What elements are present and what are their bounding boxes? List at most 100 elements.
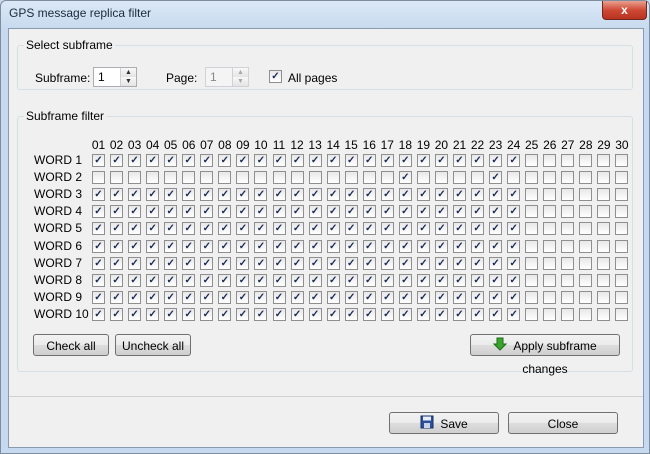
word-9-subframe-23-checkbox[interactable] <box>489 290 503 304</box>
word-4-subframe-03-checkbox[interactable] <box>128 205 142 219</box>
word-2-subframe-10-checkbox[interactable] <box>254 171 268 185</box>
word-10-subframe-27-checkbox[interactable] <box>561 307 575 321</box>
page-spinner[interactable]: 1 ▲ ▼ <box>205 67 249 87</box>
word-6-subframe-27-checkbox[interactable] <box>561 239 575 253</box>
word-4-subframe-22-checkbox[interactable] <box>471 205 485 219</box>
word-5-subframe-26-checkbox[interactable] <box>543 222 557 236</box>
word-8-subframe-12-checkbox[interactable] <box>290 273 304 287</box>
word-6-subframe-07-checkbox[interactable] <box>200 239 214 253</box>
word-4-subframe-20-checkbox[interactable] <box>434 205 448 219</box>
word-4-subframe-06-checkbox[interactable] <box>182 205 196 219</box>
word-8-subframe-17-checkbox[interactable] <box>380 273 394 287</box>
word-3-subframe-14-checkbox[interactable] <box>326 188 340 202</box>
word-5-subframe-29-checkbox[interactable] <box>597 222 611 236</box>
word-4-subframe-09-checkbox[interactable] <box>236 205 250 219</box>
word-3-subframe-23-checkbox[interactable] <box>489 188 503 202</box>
word-6-subframe-02-checkbox[interactable] <box>110 239 124 253</box>
word-7-subframe-03-checkbox[interactable] <box>128 256 142 270</box>
word-9-subframe-21-checkbox[interactable] <box>453 290 466 304</box>
word-2-subframe-24-checkbox[interactable] <box>507 171 521 185</box>
word-3-subframe-18-checkbox[interactable] <box>398 188 412 202</box>
word-9-subframe-06-checkbox[interactable] <box>182 290 196 304</box>
subframe-spinner[interactable]: 1 ▲ ▼ <box>93 67 137 87</box>
word-1-subframe-29-checkbox[interactable] <box>597 154 611 167</box>
word-1-subframe-07-checkbox[interactable] <box>200 154 214 167</box>
word-3-subframe-21-checkbox[interactable] <box>453 188 466 202</box>
word-4-subframe-26-checkbox[interactable] <box>543 205 557 219</box>
word-1-subframe-02-checkbox[interactable] <box>110 154 124 167</box>
word-4-subframe-24-checkbox[interactable] <box>507 205 521 219</box>
word-10-subframe-13-checkbox[interactable] <box>308 307 322 321</box>
word-6-subframe-19-checkbox[interactable] <box>416 239 430 253</box>
word-4-subframe-23-checkbox[interactable] <box>489 205 503 219</box>
word-2-subframe-08-checkbox[interactable] <box>218 171 232 185</box>
word-8-subframe-25-checkbox[interactable] <box>525 273 539 287</box>
word-6-subframe-14-checkbox[interactable] <box>326 239 340 253</box>
word-9-subframe-14-checkbox[interactable] <box>326 290 340 304</box>
all-pages-checkbox[interactable] <box>269 70 282 83</box>
word-8-subframe-26-checkbox[interactable] <box>543 273 557 287</box>
word-9-subframe-29-checkbox[interactable] <box>597 290 611 304</box>
word-7-subframe-28-checkbox[interactable] <box>579 256 593 270</box>
word-3-subframe-09-checkbox[interactable] <box>236 188 250 202</box>
word-2-subframe-05-checkbox[interactable] <box>164 171 178 185</box>
word-3-subframe-01-checkbox[interactable] <box>92 188 105 202</box>
word-10-subframe-10-checkbox[interactable] <box>254 307 268 321</box>
word-1-subframe-22-checkbox[interactable] <box>471 154 485 167</box>
word-6-subframe-22-checkbox[interactable] <box>471 239 485 253</box>
word-2-subframe-28-checkbox[interactable] <box>579 171 593 185</box>
word-6-subframe-29-checkbox[interactable] <box>597 239 611 253</box>
word-2-subframe-02-checkbox[interactable] <box>110 171 124 185</box>
word-3-subframe-22-checkbox[interactable] <box>471 188 485 202</box>
word-4-subframe-25-checkbox[interactable] <box>525 205 539 219</box>
word-5-subframe-10-checkbox[interactable] <box>254 222 268 236</box>
word-8-subframe-09-checkbox[interactable] <box>236 273 250 287</box>
word-5-subframe-25-checkbox[interactable] <box>525 222 539 236</box>
word-2-subframe-15-checkbox[interactable] <box>344 171 358 185</box>
word-10-subframe-21-checkbox[interactable] <box>453 307 466 321</box>
word-7-subframe-14-checkbox[interactable] <box>326 256 340 270</box>
word-5-subframe-23-checkbox[interactable] <box>489 222 503 236</box>
word-7-subframe-02-checkbox[interactable] <box>110 256 124 270</box>
word-1-subframe-24-checkbox[interactable] <box>507 154 521 167</box>
word-10-subframe-24-checkbox[interactable] <box>507 307 521 321</box>
word-8-subframe-15-checkbox[interactable] <box>344 273 358 287</box>
word-4-subframe-16-checkbox[interactable] <box>362 205 376 219</box>
word-1-subframe-19-checkbox[interactable] <box>416 154 430 167</box>
word-6-subframe-15-checkbox[interactable] <box>344 239 358 253</box>
word-10-subframe-11-checkbox[interactable] <box>272 307 286 321</box>
uncheck-all-button[interactable]: Uncheck all <box>115 334 191 356</box>
word-5-subframe-02-checkbox[interactable] <box>110 222 124 236</box>
word-8-subframe-14-checkbox[interactable] <box>326 273 340 287</box>
word-5-subframe-11-checkbox[interactable] <box>272 222 286 236</box>
word-7-subframe-15-checkbox[interactable] <box>344 256 358 270</box>
word-1-subframe-08-checkbox[interactable] <box>218 154 232 167</box>
word-10-subframe-08-checkbox[interactable] <box>218 307 232 321</box>
page-spinner-arrows[interactable]: ▲ ▼ <box>232 68 248 86</box>
word-2-subframe-25-checkbox[interactable] <box>525 171 539 185</box>
word-7-subframe-25-checkbox[interactable] <box>525 256 539 270</box>
word-2-subframe-16-checkbox[interactable] <box>362 171 376 185</box>
word-3-subframe-27-checkbox[interactable] <box>561 188 575 202</box>
word-6-subframe-01-checkbox[interactable] <box>92 239 105 253</box>
word-10-subframe-28-checkbox[interactable] <box>579 307 593 321</box>
word-6-subframe-24-checkbox[interactable] <box>507 239 521 253</box>
word-10-subframe-20-checkbox[interactable] <box>434 307 448 321</box>
word-7-subframe-07-checkbox[interactable] <box>200 256 214 270</box>
word-5-subframe-05-checkbox[interactable] <box>164 222 178 236</box>
word-1-subframe-04-checkbox[interactable] <box>146 154 160 167</box>
word-4-subframe-28-checkbox[interactable] <box>579 205 593 219</box>
word-7-subframe-11-checkbox[interactable] <box>272 256 286 270</box>
word-7-subframe-24-checkbox[interactable] <box>507 256 521 270</box>
word-3-subframe-05-checkbox[interactable] <box>164 188 178 202</box>
word-1-subframe-13-checkbox[interactable] <box>308 154 322 167</box>
word-9-subframe-28-checkbox[interactable] <box>579 290 593 304</box>
word-6-subframe-23-checkbox[interactable] <box>489 239 503 253</box>
word-3-subframe-03-checkbox[interactable] <box>128 188 142 202</box>
word-4-subframe-19-checkbox[interactable] <box>416 205 430 219</box>
word-9-subframe-09-checkbox[interactable] <box>236 290 250 304</box>
word-2-subframe-13-checkbox[interactable] <box>308 171 322 185</box>
word-2-subframe-03-checkbox[interactable] <box>128 171 142 185</box>
word-9-subframe-02-checkbox[interactable] <box>110 290 124 304</box>
word-7-subframe-30-checkbox[interactable] <box>615 256 629 270</box>
